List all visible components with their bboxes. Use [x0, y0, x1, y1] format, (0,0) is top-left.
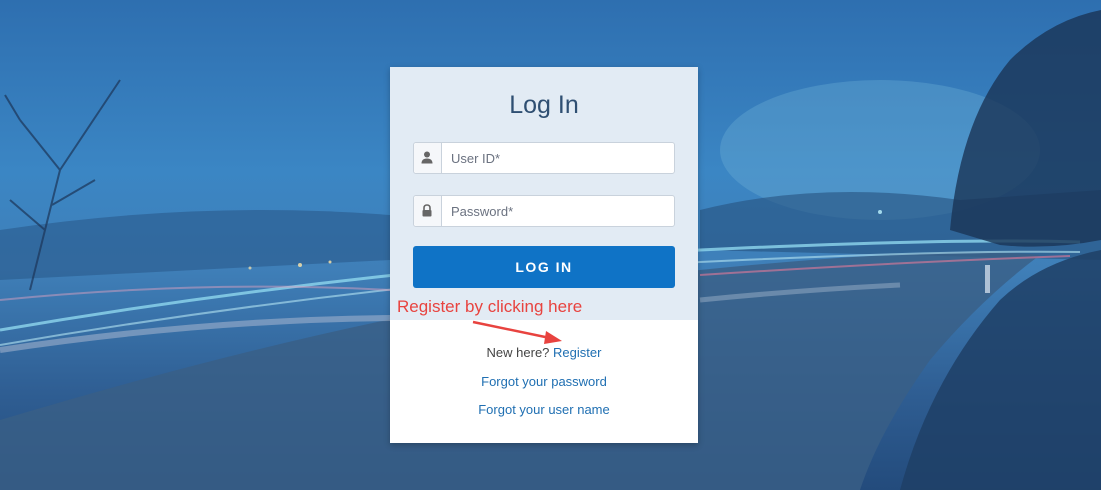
user-icon — [414, 143, 442, 173]
new-here-label: New here? — [486, 345, 550, 360]
password-field — [413, 195, 675, 227]
annotation-text: Register by clicking here — [397, 297, 583, 316]
lock-icon — [414, 196, 442, 226]
arrow-icon — [472, 320, 562, 344]
register-link[interactable]: Register — [553, 345, 601, 360]
register-row: New here? Register — [390, 345, 698, 360]
page-title: Log In — [509, 91, 579, 119]
forgot-password-row: Forgot your password — [390, 374, 698, 389]
user-id-input[interactable] — [442, 143, 672, 173]
forgot-username-link[interactable]: Forgot your user name — [478, 402, 610, 417]
forgot-username-row: Forgot your user name — [390, 402, 698, 417]
login-button[interactable]: LOG IN — [413, 246, 675, 288]
forgot-password-link[interactable]: Forgot your password — [481, 374, 607, 389]
user-id-field — [413, 142, 675, 174]
password-input[interactable] — [442, 196, 672, 226]
login-form-panel: Log In LOG IN — [390, 67, 698, 320]
